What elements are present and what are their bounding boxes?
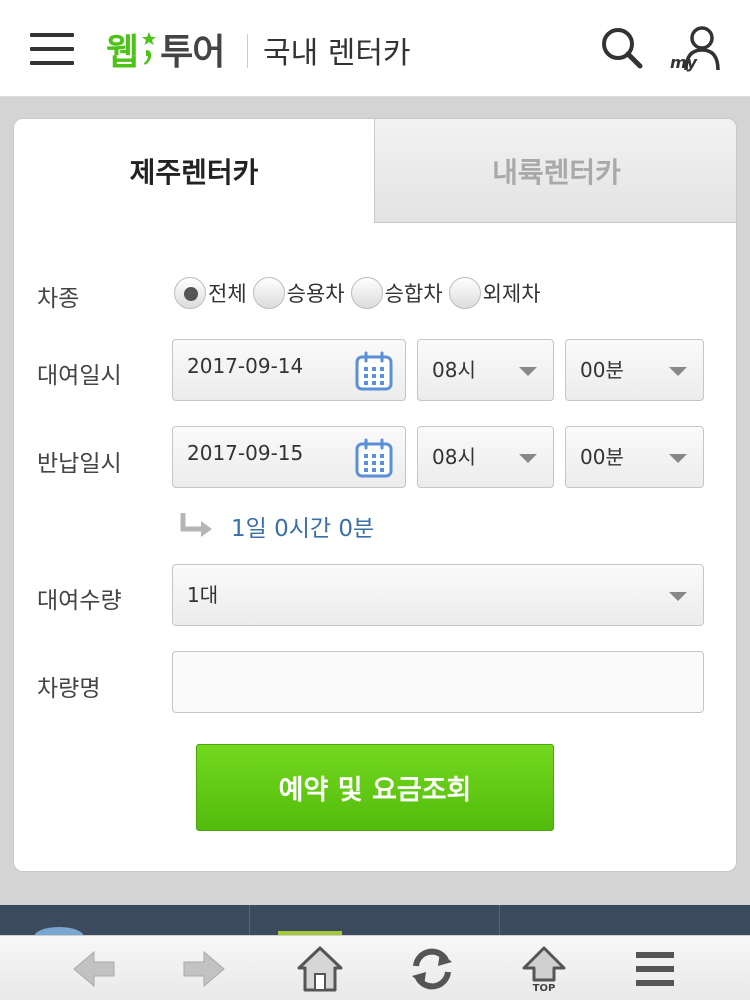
rental-search-card: 제주렌터카 내륙렌터카 차종 전체 승용차 승합차 외제차 대여일시 2017-… <box>13 118 737 872</box>
car-type-label: 차종 <box>37 286 80 312</box>
chevron-down-icon <box>519 454 537 463</box>
hamburger-menu-icon[interactable] <box>30 33 74 65</box>
refresh-icon[interactable] <box>408 946 456 992</box>
radio-all[interactable]: 전체 <box>174 277 247 309</box>
app-header: 웹 투어 국내 렌터카 my <box>0 0 750 97</box>
search-icon[interactable] <box>600 26 644 70</box>
return-hour-select[interactable]: 08시 <box>417 426 554 488</box>
return-datetime-label: 반납일시 <box>37 451 122 477</box>
menu-icon[interactable] <box>632 946 680 992</box>
return-minute-select[interactable]: 00분 <box>565 426 704 488</box>
header-divider <box>247 34 248 68</box>
tab-mainland-rentcar[interactable]: 내륙렌터카 <box>374 119 736 223</box>
chevron-down-icon <box>519 367 537 376</box>
car-name-label: 차량명 <box>37 676 101 702</box>
rental-datetime-label: 대여일시 <box>37 363 122 389</box>
svg-text:my: my <box>670 53 698 72</box>
page-title: 국내 렌터카 <box>263 36 411 71</box>
svg-text:TOP: TOP <box>533 983 556 992</box>
back-arrow-icon[interactable] <box>70 946 118 992</box>
chevron-down-icon <box>669 454 687 463</box>
forward-arrow-icon[interactable] <box>180 946 228 992</box>
chevron-down-icon <box>669 592 687 601</box>
radio-unchecked-icon[interactable] <box>448 277 481 309</box>
radio-unchecked-icon[interactable] <box>350 277 383 309</box>
car-name-input[interactable] <box>172 651 704 713</box>
reserve-and-price-search-button[interactable]: 예약 및 요금조회 <box>196 744 554 831</box>
my-page-icon[interactable]: my <box>668 24 720 72</box>
radio-passenger-car[interactable]: 승용차 <box>252 277 345 309</box>
return-arrow-icon <box>180 513 212 537</box>
tab-jeju-rentcar[interactable]: 제주렌터카 <box>14 119 374 223</box>
quantity-label: 대여수량 <box>37 588 122 614</box>
radio-imported-car[interactable]: 외제차 <box>448 277 541 309</box>
content-strip <box>0 905 750 947</box>
top-icon[interactable]: TOP <box>520 946 568 994</box>
browser-toolbar: TOP <box>0 935 750 1000</box>
home-icon[interactable] <box>296 946 344 992</box>
rental-hour-select[interactable]: 08시 <box>417 339 554 401</box>
webtour-logo[interactable]: 웹 투어 <box>106 26 225 73</box>
quantity-select[interactable]: 1대 <box>172 564 704 626</box>
rental-date-field[interactable]: 2017-09-14 <box>172 339 406 401</box>
car-type-radio-group: 전체 승용차 승합차 외제차 <box>174 277 547 309</box>
radio-van[interactable]: 승합차 <box>350 277 443 309</box>
calendar-icon[interactable] <box>355 351 393 391</box>
radio-unchecked-icon[interactable] <box>252 277 285 309</box>
chevron-down-icon <box>669 367 687 376</box>
rental-minute-select[interactable]: 00분 <box>565 339 704 401</box>
rental-duration: 1일 0시간 0분 <box>179 509 374 543</box>
return-date-field[interactable]: 2017-09-15 <box>172 426 406 488</box>
radio-checked-icon[interactable] <box>174 277 206 309</box>
calendar-icon[interactable] <box>355 438 393 478</box>
